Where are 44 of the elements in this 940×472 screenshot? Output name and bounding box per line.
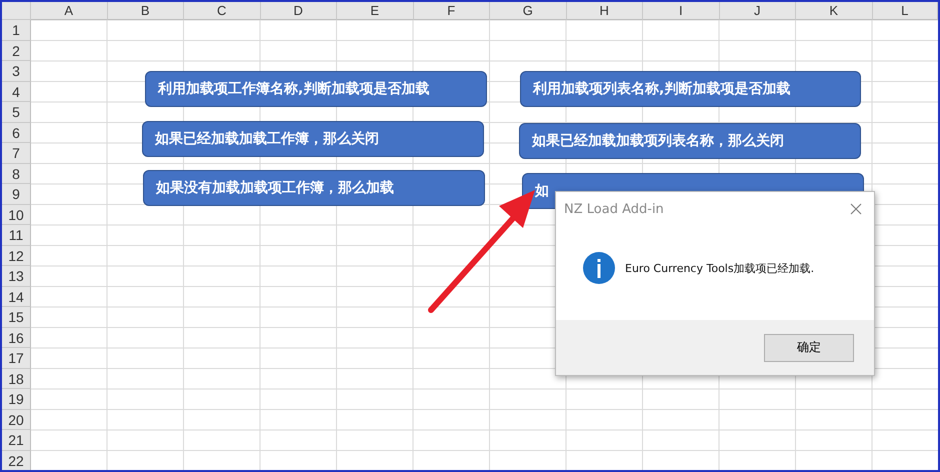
row-header[interactable]: 19 [2,389,31,410]
column-header[interactable]: G [490,2,566,20]
column-header[interactable]: C [184,2,260,20]
row-header[interactable]: 8 [2,164,31,184]
row-header[interactable]: 20 [2,410,31,430]
row-header[interactable]: 21 [2,430,31,450]
row-header[interactable]: 6 [2,122,31,143]
row-header[interactable]: 5 [2,102,31,122]
row-header[interactable]: 7 [2,143,31,164]
row-header[interactable]: 9 [2,184,31,204]
shape-button[interactable]: 如果没有加载加载项工作簿，那么加载 [143,170,485,206]
column-header[interactable]: E [337,2,414,20]
row-header[interactable]: 10 [2,204,31,225]
shape-button[interactable]: 如果已经加载加载工作簿，那么关闭 [142,121,484,157]
row-header[interactable]: 22 [2,450,31,470]
row-header[interactable]: 14 [2,286,31,307]
shape-button[interactable]: 利用加载项列表名称,判断加载项是否加载 [520,71,861,107]
row-header[interactable]: 16 [2,328,31,348]
dialog-title: NZ Load Add-in [564,202,664,216]
close-icon[interactable] [850,203,862,215]
column-header[interactable]: D [260,2,337,20]
column-header[interactable]: K [796,2,872,20]
column-header[interactable]: L [872,2,938,20]
column-header[interactable]: F [414,2,490,20]
column-header[interactable]: A [31,2,108,20]
column-header[interactable]: I [643,2,720,20]
column-header[interactable]: B [108,2,184,20]
row-header[interactable]: 3 [2,61,31,82]
row-header[interactable]: 13 [2,266,31,286]
dialog-message: Euro Currency Tools加载项已经加载. [625,260,814,276]
info-icon [583,252,615,284]
column-header[interactable]: H [566,2,643,20]
shape-button[interactable]: 利用加载项工作簿名称,判断加载项是否加载 [145,71,487,107]
row-header[interactable]: 15 [2,307,31,328]
row-header[interactable]: 4 [2,82,31,102]
ok-button[interactable]: 确定 [764,334,854,362]
row-header[interactable]: 18 [2,368,31,389]
row-header[interactable]: 12 [2,246,31,266]
row-header[interactable]: 17 [2,348,31,368]
row-header[interactable]: 11 [2,225,31,246]
shape-button[interactable]: 如果已经加载加载项列表名称，那么关闭 [519,123,861,159]
row-header[interactable]: 2 [2,40,31,61]
row-header[interactable]: 1 [2,20,31,40]
column-header[interactable]: J [720,2,796,20]
